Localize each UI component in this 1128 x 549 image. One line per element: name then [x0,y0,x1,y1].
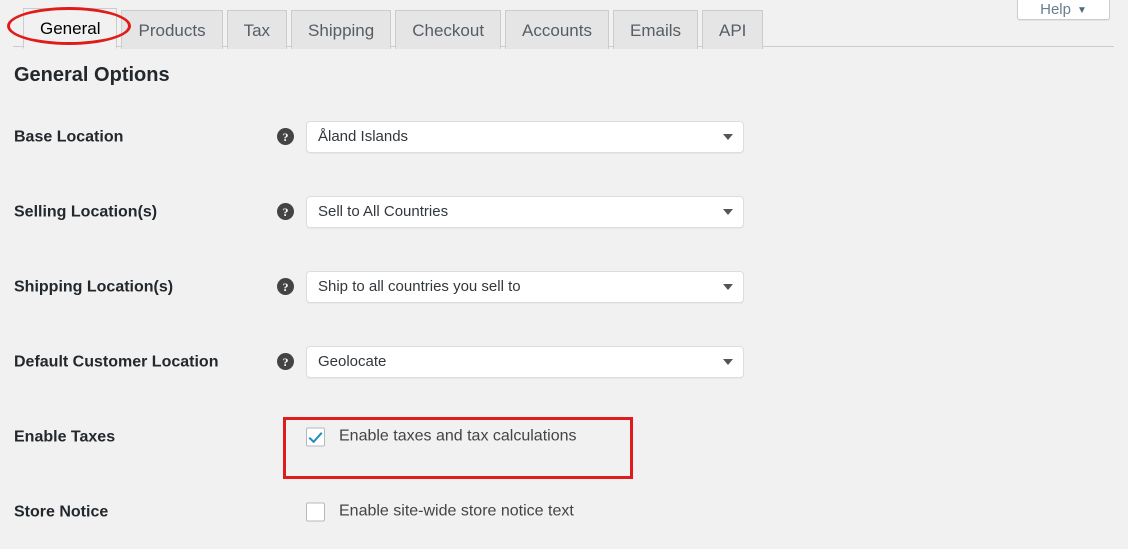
select-value: Geolocate [318,353,387,370]
select-dropdown[interactable]: Geolocate [306,345,744,378]
tab-products[interactable]: Products [121,10,223,49]
option-field: ? Sell to All Countries [277,195,744,228]
settings-tab-bar: General Products Tax Shipping Checkout Accoun… [0,0,1128,49]
option-label: Default Customer Location [14,352,219,370]
select-value: Sell to All Countries [318,203,449,220]
help-tip-icon[interactable]: ? [277,128,294,145]
chevron-down-icon [723,283,733,290]
tab-shipping[interactable]: Shipping [291,10,392,49]
option-row: Shipping Location(s)? Ship to all countri… [0,249,1128,324]
tab-checkout[interactable]: Checkout [395,10,502,49]
option-field: ? Geolocate [277,345,744,378]
help-tip-icon[interactable]: ? [277,353,294,370]
help-button[interactable]: Help ▼ [1017,0,1110,20]
option-label: Base Location [14,127,124,145]
option-row: Selling Location(s)? Sell to All Countrie… [0,174,1128,249]
tab-tax[interactable]: Tax [226,10,288,49]
checkbox-label: Enable taxes and tax calculations [339,427,577,445]
help-tip-icon[interactable]: ? [277,203,294,220]
option-row: Store Notice Enable site-wide store notic… [0,474,1128,549]
checkbox[interactable] [306,502,325,521]
help-button-label: Help [1040,1,1071,18]
select-dropdown[interactable]: Åland Islands [306,120,744,153]
option-row: Default Customer Location? Geolocate [0,324,1128,399]
checkbox[interactable] [306,427,325,446]
option-row: Base Location? Åland Islands [0,99,1128,174]
general-options-form: Base Location? Åland Islands Selling Locat… [0,99,1128,549]
checkbox-row[interactable]: Enable taxes and tax calculations [306,427,576,446]
option-row: Enable Taxes Enable taxes and tax calcula… [0,399,1128,474]
option-label: Shipping Location(s) [14,277,174,295]
option-field: ? Åland Islands [277,120,744,153]
tab-emails[interactable]: Emails [612,10,698,49]
option-field: Enable site-wide store notice text [277,502,574,521]
option-label: Selling Location(s) [14,202,158,220]
page-title: General Options [14,64,170,86]
checkbox-row[interactable]: Enable site-wide store notice text [306,502,574,521]
tab-accounts[interactable]: Accounts [505,10,609,49]
checkbox-label: Enable site-wide store notice text [339,502,574,520]
option-field: Enable taxes and tax calculations [277,427,576,446]
select-dropdown[interactable]: Ship to all countries you sell to [306,270,744,303]
chevron-down-icon [723,133,733,140]
tab-list: General Products Tax Shipping Checkout Accoun… [23,8,764,49]
select-dropdown[interactable]: Sell to All Countries [306,195,744,228]
help-tip-icon[interactable]: ? [277,278,294,295]
option-label: Store Notice [14,502,109,520]
chevron-down-icon [723,208,733,215]
chevron-down-icon: ▼ [1076,5,1087,16]
option-field: ? Ship to all countries you sell to [277,270,744,303]
chevron-down-icon [723,358,733,365]
option-label: Enable Taxes [14,427,116,445]
tab-general[interactable]: General [23,8,118,49]
tab-api[interactable]: API [702,10,764,49]
settings-content: General Options Base Location? Åland Isla… [0,47,1128,530]
select-value: Ship to all countries you sell to [318,278,521,295]
select-value: Åland Islands [318,128,409,145]
